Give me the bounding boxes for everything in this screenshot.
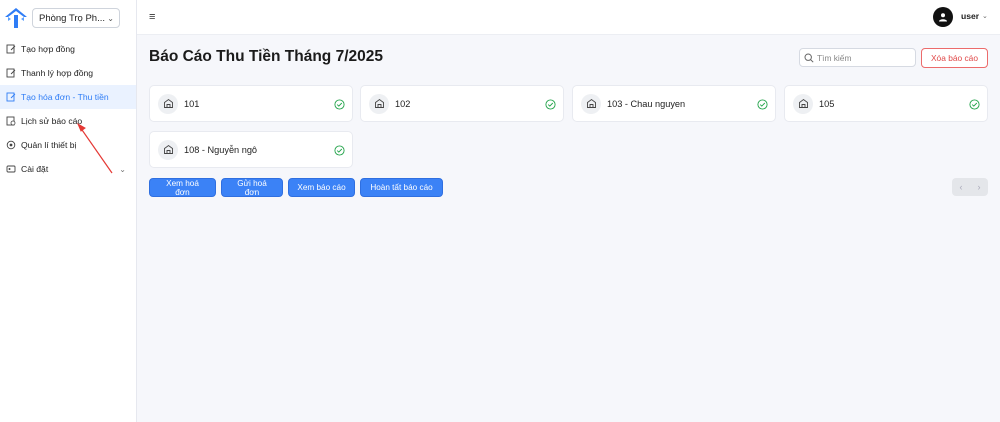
sidebar-item-label: Thanh lý hợp đồng	[21, 68, 94, 78]
house-icon	[369, 93, 389, 114]
report-history-icon	[6, 116, 16, 126]
room-name: 102	[395, 98, 411, 109]
user-avatar[interactable]	[933, 7, 953, 27]
sidebar: Phòng Trọ Ph... ⌄ Tạo hợp đồng Thanh lý …	[0, 0, 137, 422]
sidebar-item-label: Lịch sử báo cáo	[21, 116, 83, 126]
check-circle-icon	[334, 145, 345, 158]
complete-report-button[interactable]: Hoàn tất báo cáo	[360, 178, 443, 197]
delete-report-button[interactable]: Xóa báo cáo	[921, 48, 988, 68]
search-input[interactable]	[817, 52, 912, 63]
search-icon	[804, 52, 814, 63]
view-report-button[interactable]: Xem báo cáo	[288, 178, 355, 197]
sidebar-item-label: Quản lí thiết bị	[21, 140, 77, 150]
check-circle-icon	[969, 99, 980, 112]
device-icon	[6, 140, 16, 150]
room-name: 108 - Nguyễn ngô	[184, 144, 258, 155]
sidebar-item-label: Tạo hợp đồng	[21, 44, 75, 54]
chevron-down-icon[interactable]: ⌄	[982, 12, 988, 20]
house-icon	[581, 93, 601, 114]
house-icon	[158, 93, 178, 114]
contract-edit-icon	[6, 68, 16, 78]
username[interactable]: user	[961, 11, 979, 21]
view-invoice-button[interactable]: Xem hoá đơn	[149, 178, 216, 197]
action-button-group: Xem hoá đơn Gửi hoá đơn Xem báo cáo Hoàn…	[149, 178, 443, 197]
room-name: 101	[184, 98, 200, 109]
sidebar-item-settings[interactable]: Cài đặt ⌄	[0, 157, 136, 181]
sidebar-item-device-management[interactable]: Quản lí thiết bị	[0, 133, 136, 157]
house-icon	[793, 93, 813, 114]
sidebar-item-label: Tạo hóa đơn - Thu tiền	[21, 92, 109, 102]
branch-select-value: Phòng Trọ Ph...	[39, 12, 106, 24]
contract-edit-icon	[6, 44, 16, 54]
room-card[interactable]: 102	[360, 85, 564, 122]
next-page-button[interactable]: ›	[978, 182, 981, 192]
prev-page-button[interactable]: ‹	[960, 182, 963, 192]
sidebar-item-create-contract[interactable]: Tạo hợp đồng	[0, 37, 136, 61]
house-icon	[158, 139, 178, 160]
sidebar-item-report-history[interactable]: Lịch sử báo cáo	[0, 109, 136, 133]
page-title: Báo Cáo Thu Tiền Tháng 7/2025	[149, 48, 383, 65]
user-icon	[939, 13, 947, 22]
room-card[interactable]: 108 - Nguyễn ngô	[149, 131, 353, 168]
room-card[interactable]: 103 - Chau nguyen	[572, 85, 776, 122]
check-circle-icon	[545, 99, 556, 112]
branch-select[interactable]: Phòng Trọ Ph... ⌄	[32, 8, 120, 28]
room-name: 103 - Chau nguyen	[607, 98, 686, 109]
pagination: ‹ ›	[952, 178, 988, 196]
room-name: 105	[819, 98, 835, 109]
chevron-down-icon[interactable]: ⌄	[119, 165, 126, 174]
top-bar: ≡	[137, 0, 1000, 35]
sidebar-item-label: Cài đặt	[21, 164, 49, 174]
check-circle-icon	[757, 99, 768, 112]
send-invoice-button[interactable]: Gửi hoá đơn	[221, 178, 283, 197]
settings-icon	[6, 164, 16, 174]
search-box[interactable]	[799, 48, 916, 67]
check-circle-icon	[334, 99, 345, 112]
invoice-edit-icon	[6, 92, 16, 102]
sidebar-item-create-invoice[interactable]: Tạo hóa đơn - Thu tiền	[0, 85, 136, 109]
chevron-down-icon: ⌄	[107, 13, 114, 23]
sidebar-menu: Tạo hợp đồng Thanh lý hợp đồng Tạo hóa đ…	[0, 37, 136, 181]
room-card[interactable]: 105	[784, 85, 988, 122]
menu-toggle-icon[interactable]: ≡	[149, 11, 155, 23]
room-card[interactable]: 101	[149, 85, 353, 122]
app-logo[interactable]	[4, 7, 28, 29]
sidebar-item-liquidate-contract[interactable]: Thanh lý hợp đồng	[0, 61, 136, 85]
